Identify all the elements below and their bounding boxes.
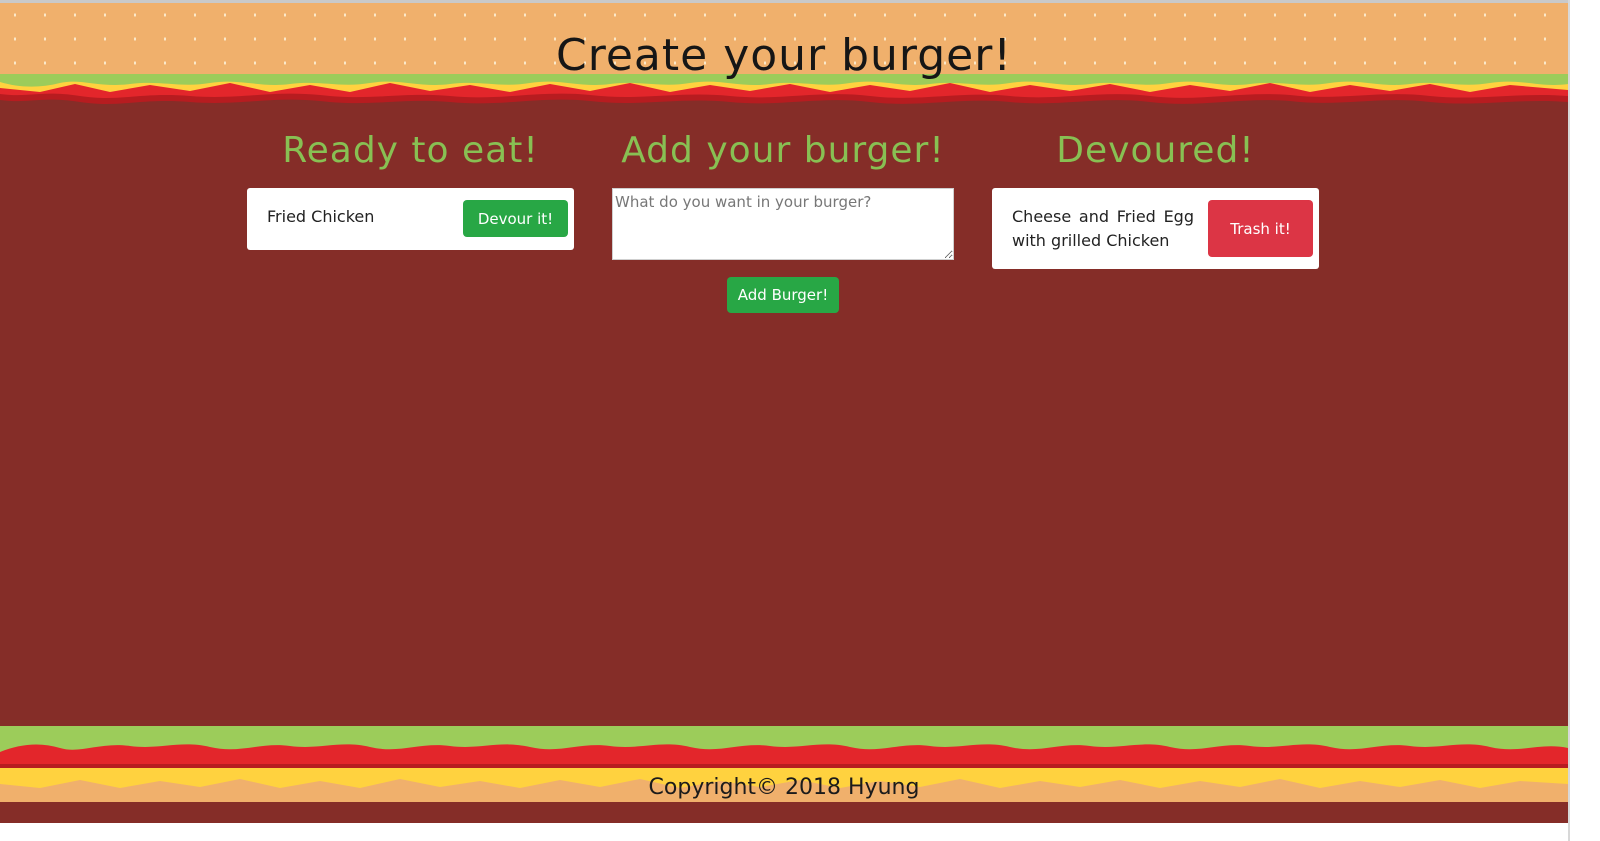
window-bottom-edge bbox=[0, 823, 1568, 841]
window-right-edge bbox=[1568, 0, 1600, 841]
trash-button[interactable]: Trash it! bbox=[1208, 200, 1313, 257]
ready-burger-name: Fried Chicken bbox=[267, 207, 375, 226]
add-burger-heading: Add your burger! bbox=[621, 130, 945, 171]
devour-button[interactable]: Devour it! bbox=[463, 200, 568, 237]
footer-copyright: Copyright© 2018 Hyung bbox=[648, 775, 920, 800]
devoured-burger-card: Cheese and Fried Egg with grilled Chicke… bbox=[992, 188, 1319, 269]
devoured-heading: Devoured! bbox=[1056, 130, 1255, 171]
add-burger-button[interactable]: Add Burger! bbox=[727, 277, 839, 313]
ready-burger-card: Fried Chicken Devour it! bbox=[247, 188, 574, 250]
page-title: Create your burger! bbox=[556, 30, 1012, 81]
burger-app-page: Create your burger! Ready to eat! Fried … bbox=[0, 0, 1600, 841]
burger-name-input[interactable] bbox=[612, 188, 954, 260]
devoured-burger-name: Cheese and Fried Egg with grilled Chicke… bbox=[1012, 207, 1194, 250]
ready-to-eat-heading: Ready to eat! bbox=[282, 130, 539, 171]
